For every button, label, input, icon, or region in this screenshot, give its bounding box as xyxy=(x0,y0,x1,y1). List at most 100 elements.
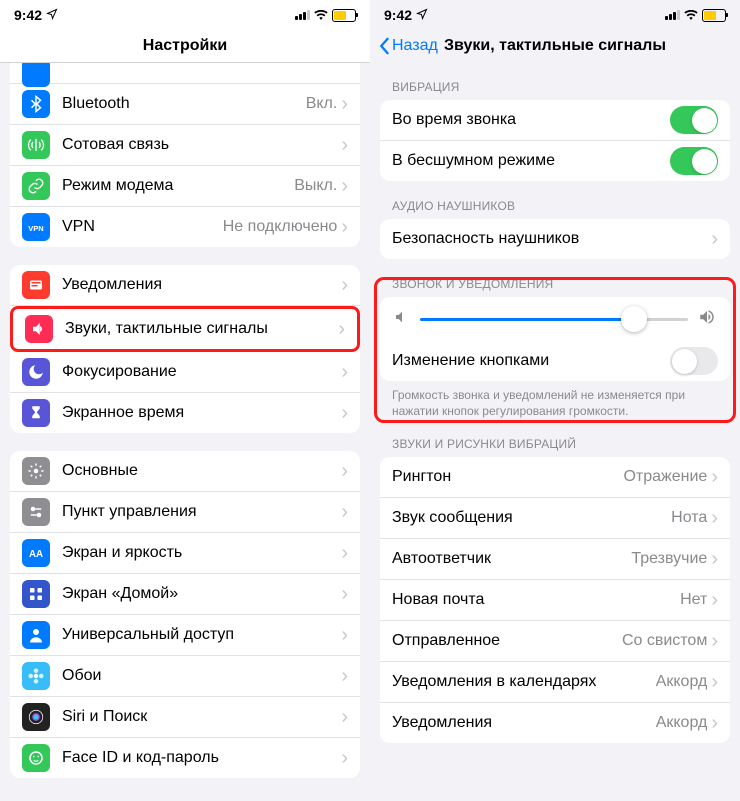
settings-row[interactable]: VPNVPNНе подключено› xyxy=(10,207,360,247)
battery-icon xyxy=(702,9,726,22)
chevron-right-icon: › xyxy=(341,460,348,483)
flower-icon xyxy=(22,662,50,690)
settings-row[interactable]: РингтонОтражение› xyxy=(380,457,730,498)
ringer-header: ЗВОНОК И УВЕДОМЛЕНИЯ xyxy=(370,277,740,297)
row-label: Уведомления xyxy=(392,714,656,732)
settings-row[interactable]: Сотовая связь› xyxy=(10,125,360,166)
settings-row[interactable]: АвтоответчикТрезвучие› xyxy=(380,539,730,580)
settings-row[interactable]: Звуки, тактильные сигналы› xyxy=(10,306,360,352)
settings-row[interactable]: BluetoothВкл.› xyxy=(10,84,360,125)
chevron-right-icon: › xyxy=(711,548,718,571)
settings-row[interactable]: AA Экран и яркость› xyxy=(10,533,360,574)
general-group: Основные›Пункт управления›AAЭкран и ярко… xyxy=(10,451,360,778)
chevron-right-icon: › xyxy=(338,318,345,341)
row-label: Рингтон xyxy=(392,468,623,486)
row-value: Нет xyxy=(680,591,707,609)
settings-row[interactable]: Новая почтаНет› xyxy=(380,580,730,621)
row-label: Face ID и код-пароль xyxy=(62,749,341,767)
moon-icon xyxy=(22,358,50,386)
cell-signal-icon xyxy=(295,10,310,20)
ringer-footer: Громкость звонка и уведомлений не изменя… xyxy=(370,381,740,419)
svg-text:AA: AA xyxy=(29,549,43,560)
row-value: Отражение xyxy=(623,468,707,486)
sounds-header: ЗВУКИ И РИСУНКИ ВИБРАЦИЙ xyxy=(370,437,740,457)
settings-row[interactable]: Режим модемаВыкл.› xyxy=(10,166,360,207)
settings-row[interactable]: Пункт управления› xyxy=(10,492,360,533)
chevron-right-icon: › xyxy=(711,712,718,735)
row-value: Трезвучие xyxy=(631,550,707,568)
settings-row[interactable]: УведомленияАккорд› xyxy=(380,703,730,743)
nav-title: Настройки xyxy=(143,37,227,55)
notifications-group: Уведомления›Звуки, тактильные сигналы›Фо… xyxy=(10,265,360,433)
row-label: Основные xyxy=(62,462,341,480)
row-label: Экран и яркость xyxy=(62,544,341,562)
settings-row[interactable]: Звук сообщенияНота› xyxy=(380,498,730,539)
siri-icon xyxy=(22,703,50,731)
nav-title: Звуки, тактильные сигналы xyxy=(444,37,666,55)
settings-row[interactable]: Фокусирование› xyxy=(10,352,360,393)
chevron-right-icon: › xyxy=(341,134,348,157)
row-label: Уведомления в календарях xyxy=(392,673,656,691)
chevron-right-icon: › xyxy=(341,402,348,425)
back-button[interactable]: Назад xyxy=(378,37,438,55)
settings-row[interactable]: Siri и Поиск› xyxy=(10,697,360,738)
audio-group: Безопасность наушников › xyxy=(380,219,730,259)
settings-row[interactable]: Экран «Домой»› xyxy=(10,574,360,615)
chevron-right-icon: › xyxy=(341,93,348,116)
settings-row[interactable]: Уведомления в календаряхАккорд› xyxy=(380,662,730,703)
chevron-right-icon: › xyxy=(341,706,348,729)
cell-signal-icon xyxy=(665,10,680,20)
row-value: Аккорд xyxy=(656,714,708,732)
row-label: Сотовая связь xyxy=(62,136,341,154)
chevron-right-icon: › xyxy=(711,630,718,653)
settings-row[interactable]: Универсальный доступ› xyxy=(10,615,360,656)
toggle[interactable] xyxy=(670,147,718,175)
back-label: Назад xyxy=(392,37,438,55)
settings-row[interactable]: Экранное время› xyxy=(10,393,360,433)
row-label: Безопасность наушников xyxy=(392,230,711,248)
chevron-right-icon: › xyxy=(711,507,718,530)
headphone-safety-row[interactable]: Безопасность наушников › xyxy=(380,219,730,259)
chevron-right-icon: › xyxy=(341,624,348,647)
battery-icon xyxy=(332,9,356,22)
toggle[interactable] xyxy=(670,106,718,134)
wifi-icon xyxy=(314,7,328,23)
settings-row[interactable]: Обои› xyxy=(10,656,360,697)
nav-bar: Назад Звуки, тактильные сигналы xyxy=(370,30,740,62)
change-buttons-toggle[interactable] xyxy=(670,347,718,375)
volume-slider-row[interactable] xyxy=(380,297,730,341)
row-label: Изменение кнопками xyxy=(392,352,670,370)
settings-row[interactable]: ОтправленноеСо свистом› xyxy=(380,621,730,662)
row-label: Экранное время xyxy=(62,404,341,422)
bluetooth-icon xyxy=(22,90,50,118)
location-icon xyxy=(416,7,428,23)
row-value: Выкл. xyxy=(294,177,337,195)
bell-icon xyxy=(22,271,50,299)
switches-icon xyxy=(22,498,50,526)
wifi-icon xyxy=(684,7,698,23)
row-value: Аккорд xyxy=(656,673,708,691)
settings-row[interactable]: Основные› xyxy=(10,451,360,492)
speaker-icon xyxy=(25,315,53,343)
chevron-right-icon: › xyxy=(341,361,348,384)
settings-row[interactable]: Во время звонка xyxy=(380,100,730,141)
settings-row[interactable]: Face ID и код-пароль› xyxy=(10,738,360,778)
chevron-right-icon: › xyxy=(711,466,718,489)
row-label: Универсальный доступ xyxy=(62,626,341,644)
status-bar: 9:42 xyxy=(370,0,740,30)
row-value: Со свистом xyxy=(622,632,707,650)
svg-text:VPN: VPN xyxy=(28,224,43,233)
row-value: Не подключено xyxy=(223,218,338,236)
settings-row[interactable]: В бесшумном режиме xyxy=(380,141,730,181)
chevron-right-icon: › xyxy=(341,175,348,198)
vpn-icon: VPN xyxy=(22,213,50,241)
volume-slider[interactable] xyxy=(420,318,688,321)
change-with-buttons-row[interactable]: Изменение кнопками xyxy=(380,341,730,381)
settings-row[interactable]: Уведомления› xyxy=(10,265,360,306)
chevron-right-icon: › xyxy=(341,274,348,297)
nav-bar: Настройки xyxy=(0,30,370,63)
face-icon xyxy=(22,744,50,772)
row-partial[interactable] xyxy=(10,63,360,84)
vibration-group: Во время звонкаВ бесшумном режиме xyxy=(380,100,730,181)
chevron-right-icon: › xyxy=(341,542,348,565)
